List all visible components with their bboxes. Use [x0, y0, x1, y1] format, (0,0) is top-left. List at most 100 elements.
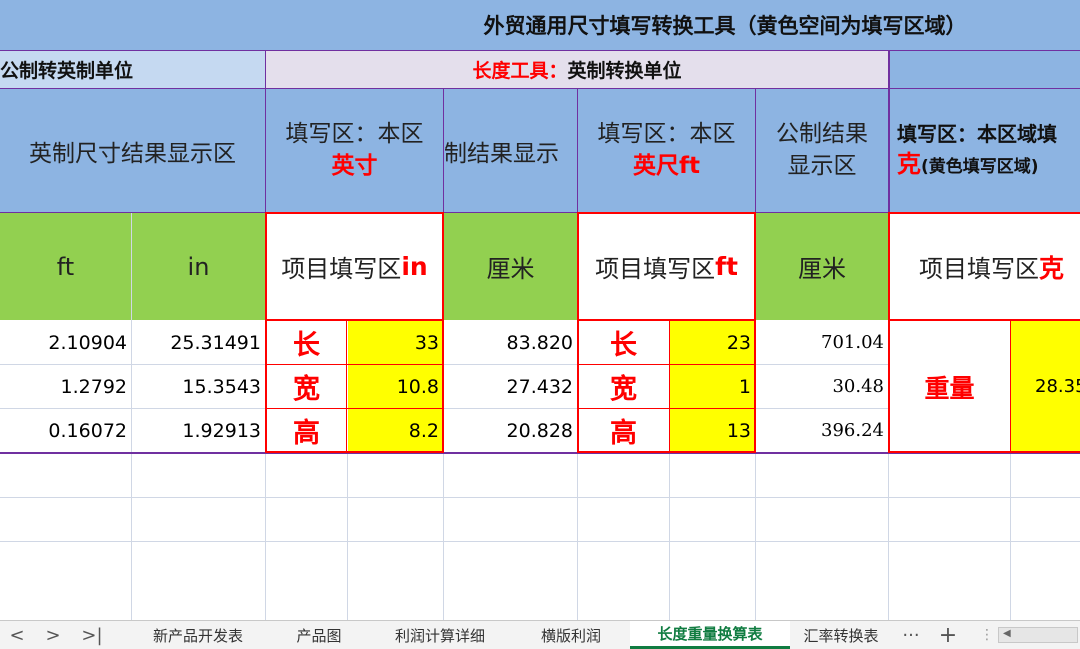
grid-line [1010, 453, 1011, 620]
border-line [0, 88, 1080, 89]
cell-ft[interactable]: 2.10904 [0, 321, 131, 364]
col-header-item-in[interactable]: 项目填写区 in [266, 213, 443, 320]
metric-result-area[interactable]: 公制结果 显示区 [756, 89, 888, 212]
imperial-result-area[interactable]: 英制尺寸结果显示区 [0, 89, 265, 212]
resize-handle-icon[interactable]: ⋮ [980, 621, 994, 649]
cell-cm2[interactable]: 701.04 [756, 321, 888, 364]
border-line [443, 88, 444, 213]
tab-length-weight[interactable]: 长度重量换算表 [630, 621, 790, 649]
scroll-left-icon[interactable]: ◀ [1003, 628, 1011, 639]
col-header-cm1[interactable]: 厘米 [444, 213, 577, 320]
cell-cm1[interactable]: 20.828 [444, 409, 577, 452]
grid-line [669, 453, 670, 620]
tab-last-button[interactable]: >| [76, 621, 108, 649]
tab-new-product[interactable]: 新产品开发表 [126, 621, 270, 649]
col-header-ft[interactable]: ft [0, 213, 131, 320]
cell-ft[interactable]: 1.2792 [0, 365, 131, 408]
row-label-length[interactable]: 长 [266, 321, 347, 364]
add-sheet-button[interactable]: + [934, 621, 962, 649]
input-ft-width[interactable]: 1 [670, 365, 755, 408]
red-border [442, 212, 444, 453]
weight-label[interactable]: 重量 [889, 321, 1010, 452]
fill-area-inch-unit: 英寸 [331, 152, 378, 179]
title-bar: 外贸通用尺寸填写转换工具（黄色空间为填写区域） [0, 0, 1080, 50]
red-border [265, 212, 444, 214]
cell-in[interactable]: 25.31491 [132, 321, 265, 364]
grid-line [756, 408, 889, 409]
red-border [577, 364, 756, 365]
grid-line [0, 541, 1080, 542]
item-fill-in-unit: in [401, 252, 428, 281]
section-weight[interactable] [889, 51, 1080, 88]
fill-area-gram[interactable]: 填写区：本区域填 克(黄色填写区域) [889, 89, 1080, 212]
section-length-tool[interactable]: 长度工具： 英制转换单位 [266, 51, 888, 88]
input-inch-length[interactable]: 33 [348, 321, 443, 364]
cell-in[interactable]: 1.92913 [132, 409, 265, 452]
length-tool-suffix: 英制转换单位 [567, 60, 682, 82]
input-ft-length[interactable]: 23 [670, 321, 755, 364]
fill-area-inch[interactable]: 填写区：本区 英寸 [266, 89, 443, 212]
input-inch-width[interactable]: 10.8 [348, 365, 443, 408]
cell-ft[interactable]: 0.16072 [0, 409, 131, 452]
metric-result-line2: 显示区 [787, 152, 857, 179]
cell-in[interactable]: 15.3543 [132, 365, 265, 408]
item-fill-ft-unit: ft [715, 252, 738, 281]
red-border [577, 212, 579, 453]
length-tool-prefix: 长度工具： [472, 60, 568, 82]
grid-line [265, 453, 266, 620]
section-label: 公制转英制单位 [0, 60, 134, 82]
fill-area-gram-line1: 填写区：本区域填 [897, 121, 1057, 146]
sheet-tab-bar: < > >| 新产品开发表 产品图 利润计算详细 横版利润 长度重量换算表 汇率… [0, 620, 1080, 649]
grid-line [0, 364, 266, 365]
metric-result-display[interactable]: 制结果显示 [444, 89, 577, 212]
red-border [888, 319, 1080, 321]
cell-cm1[interactable]: 27.432 [444, 365, 577, 408]
tab-profit-detail[interactable]: 利润计算详细 [368, 621, 512, 649]
input-inch-height[interactable]: 8.2 [348, 409, 443, 452]
input-weight-gram[interactable]: 28.35 [1011, 321, 1080, 452]
row-label-length-ft[interactable]: 长 [578, 321, 669, 364]
red-border [754, 212, 756, 453]
sheet-title: 外贸通用尺寸填写转换工具（黄色空间为填写区域） [483, 14, 967, 38]
col-header-in[interactable]: in [132, 213, 265, 320]
grid-line [443, 453, 444, 620]
fill-area-ft[interactable]: 填写区：本区 英尺ft [578, 89, 755, 212]
fill-area-gram-note: (黄色填写区域) [921, 156, 1039, 177]
tab-exchange-rate[interactable]: 汇率转换表 [792, 621, 890, 649]
red-border [577, 408, 756, 409]
item-fill-gram-unit: 克 [1039, 253, 1065, 283]
red-border [577, 212, 756, 214]
metric-result-display-label: 制结果显示 [444, 140, 559, 167]
tab-product-image[interactable]: 产品图 [272, 621, 366, 649]
grid-line [756, 364, 889, 365]
more-tabs-icon[interactable]: ··· [896, 621, 926, 649]
item-fill-label: 项目填写区 [919, 255, 1039, 283]
row-label-height[interactable]: 高 [266, 409, 347, 452]
border-line [888, 50, 890, 213]
row-label-height-ft[interactable]: 高 [578, 409, 669, 452]
item-fill-label: 项目填写区 [281, 255, 402, 283]
row-label-width[interactable]: 宽 [266, 365, 347, 408]
border-line [265, 50, 266, 213]
tab-prev-button[interactable]: < [4, 621, 30, 649]
cell-cm2[interactable]: 396.24 [756, 409, 888, 452]
section-metric-to-imperial[interactable]: 公制转英制单位 [0, 51, 265, 88]
col-header-item-gram[interactable]: 项目填写区克 [889, 213, 1080, 320]
fill-area-ft-unit: 英尺ft [632, 152, 700, 179]
cell-cm2[interactable]: 30.48 [756, 365, 888, 408]
cell-cm1[interactable]: 83.820 [444, 321, 577, 364]
red-border [265, 319, 444, 321]
grid-line [347, 453, 348, 620]
tab-next-button[interactable]: > [40, 621, 66, 649]
border-line [0, 50, 1080, 51]
row-label-width-ft[interactable]: 宽 [578, 365, 669, 408]
red-border [265, 364, 444, 365]
col-in-label: in [187, 252, 210, 281]
fill-area-inch-line1: 填写区：本区 [285, 121, 424, 148]
input-ft-height[interactable]: 13 [670, 409, 755, 452]
col-header-item-ft[interactable]: 项目填写区 ft [578, 213, 755, 320]
red-border [888, 212, 1080, 214]
col-header-cm2[interactable]: 厘米 [756, 213, 888, 320]
horizontal-scrollbar[interactable]: ◀ [998, 627, 1078, 643]
tab-horizontal-profit[interactable]: 横版利润 [514, 621, 628, 649]
